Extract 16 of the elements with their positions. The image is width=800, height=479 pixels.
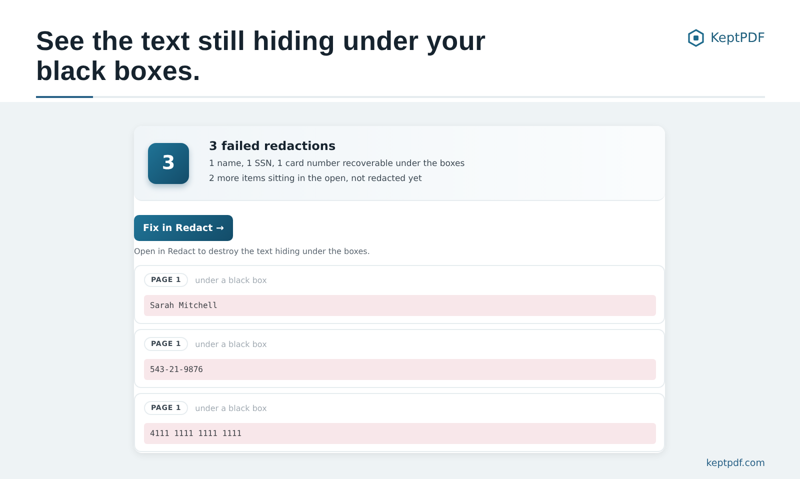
count-badge: 3: [148, 142, 189, 184]
brand-name: KeptPDF: [710, 30, 765, 46]
summary-title: 3 failed redactions: [209, 139, 337, 153]
location-label: under a black box: [195, 276, 267, 284]
summary-line: 1 name, 1 SSN, 1 card number recoverable under the boxes: [209, 158, 465, 171]
site-link[interactable]: keptpdf.com: [706, 458, 765, 469]
hexagon-logo-icon: [688, 29, 704, 47]
recovered-text: 4111 1111 1111 1111: [144, 423, 656, 444]
recovered-text: 543-21-9876: [144, 359, 656, 380]
recovered-text: Sarah Mitchell: [144, 295, 656, 316]
location-label: under a black box: [195, 340, 267, 348]
location-label: under a black box: [195, 404, 267, 412]
action-note: Open in Redact to destroy the text hiding under the boxes.: [134, 247, 371, 256]
summary-line: 2 more items sitting in the open, not redacted yet: [209, 173, 423, 186]
fix-in-redact-button[interactable]: Fix in Redact →: [134, 215, 233, 241]
page-title: See the text still hiding under your black boxes.: [36, 26, 487, 86]
